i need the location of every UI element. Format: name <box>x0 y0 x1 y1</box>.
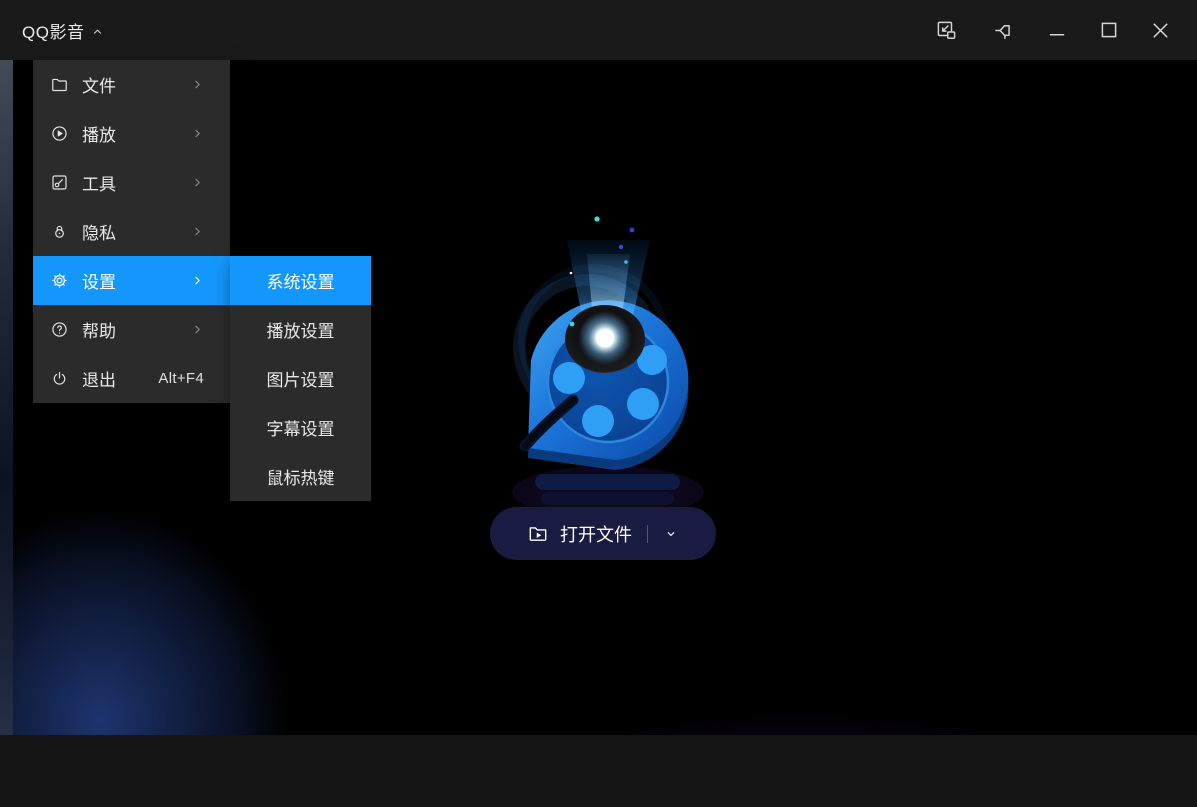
submenu-item-image-settings[interactable]: 图片设置 <box>230 354 371 403</box>
maximize-icon <box>1097 18 1121 42</box>
app-title-text: QQ影音 <box>22 18 84 43</box>
toolbox-icon <box>50 173 69 192</box>
chevron-right-icon <box>191 127 204 140</box>
open-file-label: 打开文件 <box>560 521 632 547</box>
pin-button[interactable] <box>989 15 1019 45</box>
menu-item-label: 帮助 <box>82 317 116 342</box>
mini-mode-icon <box>934 18 959 43</box>
play-circle-icon <box>50 124 69 143</box>
main-menu: 文件 播放 工具 隐私 <box>33 60 230 403</box>
menu-item-label: 设置 <box>82 268 116 293</box>
submenu-item-subtitle-settings[interactable]: 字幕设置 <box>230 403 371 452</box>
open-file-dropdown[interactable] <box>663 526 679 542</box>
main-menu-button[interactable]: QQ影音 <box>22 0 104 60</box>
settings-submenu: 系统设置 播放设置 图片设置 字幕设置 鼠标热键 <box>230 256 371 501</box>
menu-item-privacy[interactable]: 隐私 <box>33 207 230 256</box>
menu-item-label: 工具 <box>82 170 116 195</box>
menu-item-label: 退出 <box>82 366 116 391</box>
menu-item-help[interactable]: 帮助 <box>33 305 230 354</box>
menu-item-label: 文件 <box>82 72 116 97</box>
submenu-item-system-settings[interactable]: 系统设置 <box>230 256 371 305</box>
menu-item-play[interactable]: 播放 <box>33 109 230 158</box>
submenu-item-label: 图片设置 <box>267 366 335 391</box>
chevron-right-icon <box>191 176 204 189</box>
open-file-button[interactable]: 打开文件 <box>527 521 632 547</box>
menu-item-settings[interactable]: 设置 <box>33 256 230 305</box>
title-bar: QQ影音 <box>0 0 1197 60</box>
lock-icon <box>50 222 69 241</box>
submenu-item-play-settings[interactable]: 播放设置 <box>230 305 371 354</box>
chevron-up-icon <box>91 25 104 38</box>
gear-icon <box>50 271 69 290</box>
background-edge-light <box>0 60 13 735</box>
pin-icon <box>992 18 1017 43</box>
menu-item-tools[interactable]: 工具 <box>33 158 230 207</box>
chevron-down-icon <box>663 526 679 542</box>
menu-item-file[interactable]: 文件 <box>33 60 230 109</box>
chevron-right-icon <box>191 78 204 91</box>
chevron-right-icon <box>191 225 204 238</box>
maximize-button[interactable] <box>1094 15 1124 45</box>
mini-mode-button[interactable] <box>931 15 961 45</box>
submenu-item-label: 鼠标热键 <box>267 464 335 489</box>
menu-item-label: 播放 <box>82 121 116 146</box>
power-icon <box>50 369 69 388</box>
menu-item-label: 隐私 <box>82 219 116 244</box>
submenu-item-label: 系统设置 <box>267 268 335 293</box>
submenu-item-label: 播放设置 <box>267 317 335 342</box>
folder-icon <box>50 75 69 94</box>
folder-play-icon <box>527 523 549 545</box>
app-window: 打开文件 QQ影音 <box>0 0 1197 807</box>
menu-item-exit[interactable]: 退出 Alt+F4 <box>33 354 230 403</box>
submenu-item-label: 字幕设置 <box>267 415 335 440</box>
qqplayer-logo <box>495 192 705 522</box>
close-icon <box>1148 18 1173 43</box>
submenu-item-mouse-hotkeys[interactable]: 鼠标热键 <box>230 452 371 501</box>
minimize-button[interactable] <box>1042 15 1072 45</box>
chevron-right-icon <box>191 274 204 287</box>
close-button[interactable] <box>1145 15 1175 45</box>
question-circle-icon <box>50 320 69 339</box>
menu-item-shortcut: Alt+F4 <box>158 370 204 387</box>
button-divider <box>647 525 648 543</box>
minimize-icon <box>1045 18 1069 42</box>
chevron-right-icon <box>191 323 204 336</box>
open-file-split-button: 打开文件 <box>490 507 716 560</box>
control-bar <box>0 735 1197 807</box>
